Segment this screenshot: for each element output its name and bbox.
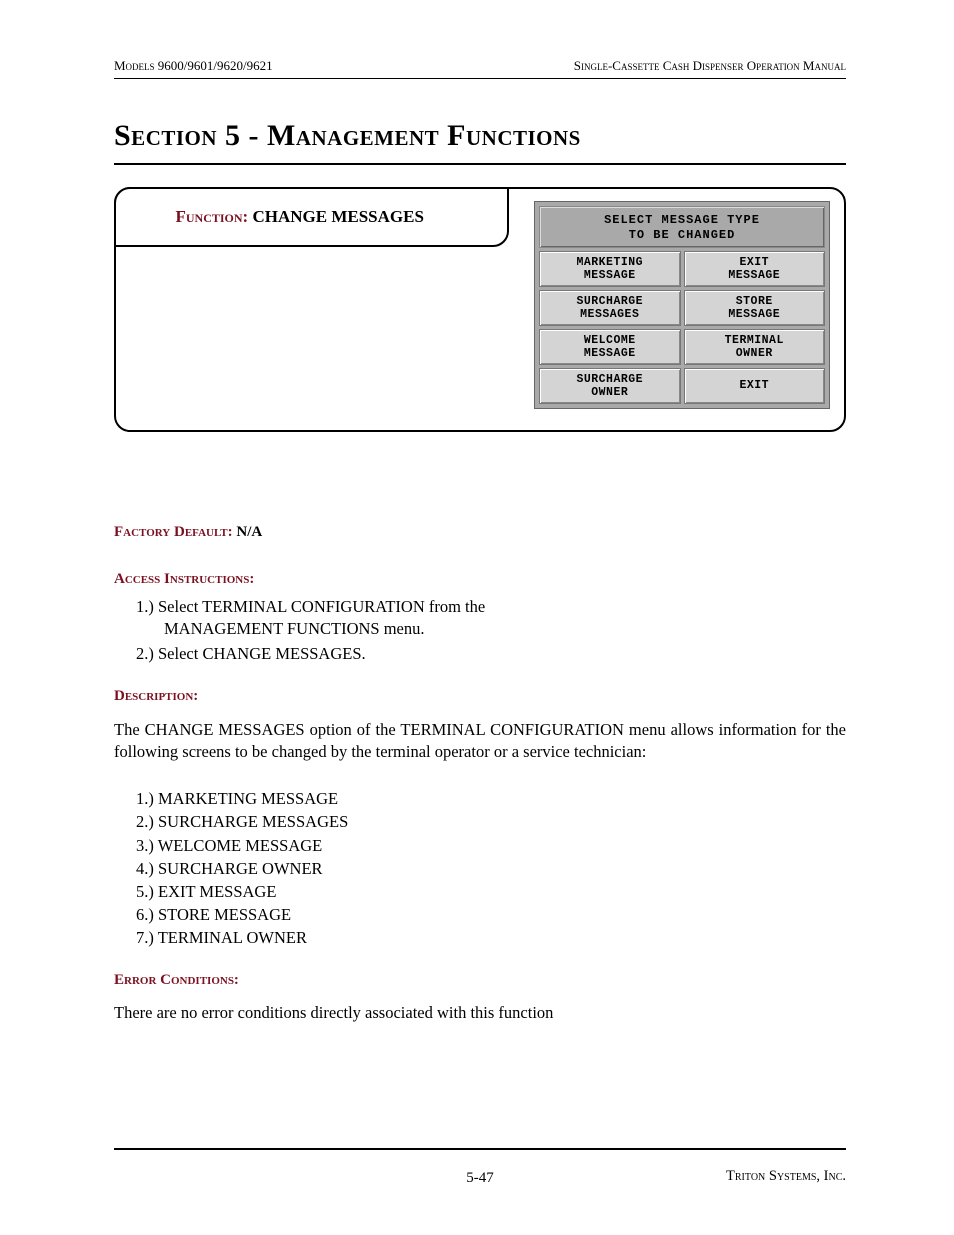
page-footer: Triton Systems, Inc. 5-47: [114, 1148, 846, 1185]
screen-button-marketing-message[interactable]: MARKETING MESSAGE: [539, 251, 681, 287]
section-title: Section 5 - Management Functions: [114, 119, 846, 153]
screen-button-terminal-owner[interactable]: TERMINAL OWNER: [684, 329, 826, 365]
description-paragraph: The CHANGE MESSAGES option of the TERMIN…: [114, 719, 846, 764]
factory-default-value: N/A: [236, 524, 262, 540]
factory-default-label: Factory Default:: [114, 524, 233, 540]
screen-button-surcharge-messages[interactable]: SURCHARGE MESSAGES: [539, 290, 681, 326]
screen-button-grid: MARKETING MESSAGE EXIT MESSAGE SURCHARGE…: [539, 251, 825, 404]
page-header: Models 9600/9601/9620/9621 Single-Casset…: [114, 58, 846, 79]
access-instructions-block: Access Instructions:: [114, 571, 846, 588]
header-left: Models 9600/9601/9620/9621: [114, 58, 273, 74]
description-label: Description:: [114, 688, 198, 704]
title-rule: [114, 163, 846, 165]
access-steps-list: 1.) Select TERMINAL CONFIGURATION from t…: [114, 596, 526, 665]
screen-button-exit-message[interactable]: EXIT MESSAGE: [684, 251, 826, 287]
function-name: CHANGE MESSAGES: [252, 207, 423, 226]
screen-button-surcharge-owner[interactable]: SURCHARGE OWNER: [539, 368, 681, 404]
screen-title: SELECT MESSAGE TYPE TO BE CHANGED: [539, 206, 825, 248]
footer-rule: [114, 1148, 846, 1150]
screen-button-store-message[interactable]: STORE MESSAGE: [684, 290, 826, 326]
error-conditions-label-row: Error Conditions:: [114, 971, 846, 989]
function-tab: Function: CHANGE MESSAGES: [114, 187, 509, 247]
list-item: 7.) TERMINAL OWNER: [136, 926, 846, 949]
error-conditions-text: There are no error conditions directly a…: [114, 1003, 846, 1023]
factory-default-row: Factory Default: N/A: [114, 524, 846, 541]
list-item: 6.) STORE MESSAGE: [136, 903, 846, 926]
list-item: 2.) SURCHARGE MESSAGES: [136, 810, 846, 833]
list-item: 4.) SURCHARGE OWNER: [136, 857, 846, 880]
access-step: 1.) Select TERMINAL CONFIGURATION from t…: [136, 596, 526, 641]
screen-button-exit[interactable]: EXIT: [684, 368, 826, 404]
list-item: 5.) EXIT MESSAGE: [136, 880, 846, 903]
function-label: Function:: [176, 207, 249, 226]
description-label-row: Description:: [114, 687, 846, 705]
header-right: Single-Cassette Cash Dispenser Operation…: [574, 58, 846, 74]
screen-button-welcome-message[interactable]: WELCOME MESSAGE: [539, 329, 681, 365]
error-conditions-label: Error Conditions:: [114, 972, 239, 988]
page-number: 5-47: [114, 1170, 846, 1187]
terminal-screen: SELECT MESSAGE TYPE TO BE CHANGED MARKET…: [534, 201, 830, 409]
body-content: Factory Default: N/A Access Instructions…: [114, 524, 846, 1023]
function-frame: Function: CHANGE MESSAGES SELECT MESSAGE…: [114, 187, 846, 432]
list-item: 1.) MARKETING MESSAGE: [136, 787, 846, 810]
list-item: 3.) WELCOME MESSAGE: [136, 834, 846, 857]
access-step: 2.) Select CHANGE MESSAGES.: [136, 643, 526, 665]
message-type-list: 1.) MARKETING MESSAGE 2.) SURCHARGE MESS…: [114, 787, 846, 949]
access-instructions-label: Access Instructions:: [114, 571, 254, 587]
